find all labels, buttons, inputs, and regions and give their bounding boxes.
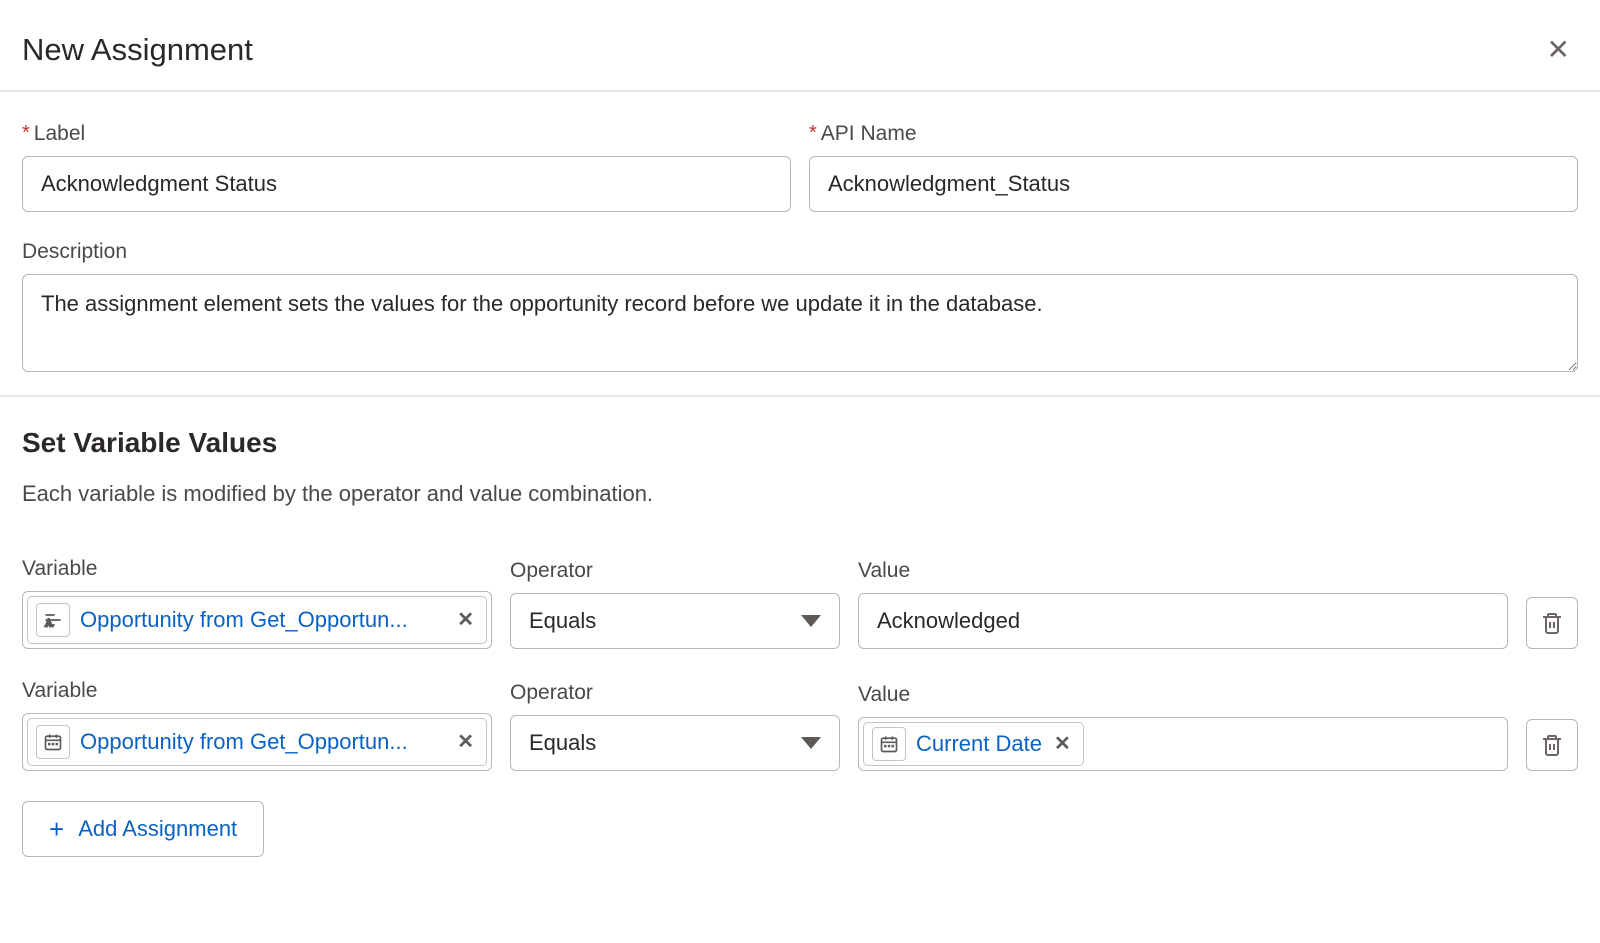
value-label: Value (858, 559, 1508, 583)
date-type-icon (872, 727, 906, 761)
delete-row-button[interactable] (1526, 597, 1578, 649)
api-name-field-wrapper: API Name (809, 122, 1578, 212)
basic-fields-section: Label API Name Description (0, 92, 1600, 397)
close-button[interactable]: ✕ (1539, 28, 1578, 72)
value-pill: Current Date ✕ (863, 722, 1084, 766)
trash-icon (1540, 611, 1564, 635)
value-pill-label: Current Date (916, 731, 1042, 757)
chevron-down-icon (801, 615, 821, 627)
value-col: Value (858, 559, 1508, 649)
variable-label: Variable (22, 679, 492, 703)
variable-col: Variable A Opportunity from Get_Opportun… (22, 557, 492, 649)
label-input[interactable] (22, 156, 791, 212)
value-input[interactable] (858, 593, 1508, 649)
remove-variable-button[interactable]: ✕ (455, 608, 476, 632)
remove-variable-button[interactable]: ✕ (455, 730, 476, 754)
api-name-field-label: API Name (809, 122, 1578, 146)
operator-label: Operator (510, 559, 840, 583)
value-label: Value (858, 683, 1508, 707)
assignment-row: Variable Opportunity from Get_Opportun..… (22, 679, 1578, 771)
variable-pill-label: Opportunity from Get_Opportun... (80, 729, 445, 755)
section-title: Set Variable Values (22, 427, 1578, 459)
operator-value: Equals (529, 608, 596, 634)
date-type-icon (36, 725, 70, 759)
operator-value: Equals (529, 730, 596, 756)
add-assignment-button[interactable]: + Add Assignment (22, 801, 264, 857)
value-col: Value Current Date ✕ (858, 683, 1508, 771)
svg-text:A: A (45, 617, 54, 630)
value-input[interactable]: Current Date ✕ (858, 717, 1508, 771)
variable-pill-label: Opportunity from Get_Opportun... (80, 607, 445, 633)
delete-row-button[interactable] (1526, 719, 1578, 771)
add-assignment-label: Add Assignment (78, 816, 237, 842)
variable-input[interactable]: Opportunity from Get_Opportun... ✕ (22, 713, 492, 771)
variable-pill: A Opportunity from Get_Opportun... ✕ (27, 596, 487, 644)
label-field-wrapper: Label (22, 122, 791, 212)
variable-pill: Opportunity from Get_Opportun... ✕ (27, 718, 487, 766)
description-field-label: Description (22, 240, 1578, 264)
section-help-text: Each variable is modified by the operato… (22, 481, 1578, 507)
close-icon: ✕ (1547, 34, 1570, 65)
remove-value-button[interactable]: ✕ (1052, 732, 1073, 756)
variable-label: Variable (22, 557, 492, 581)
operator-label: Operator (510, 681, 840, 705)
description-textarea[interactable] (22, 274, 1578, 372)
operator-col: Operator Equals (510, 559, 840, 649)
variable-col: Variable Opportunity from Get_Opportun..… (22, 679, 492, 771)
dialog-title: New Assignment (22, 32, 253, 68)
operator-col: Operator Equals (510, 681, 840, 771)
variable-input[interactable]: A Opportunity from Get_Opportun... ✕ (22, 591, 492, 649)
operator-select[interactable]: Equals (510, 593, 840, 649)
plus-icon: + (49, 816, 64, 842)
chevron-down-icon (801, 737, 821, 749)
operator-select[interactable]: Equals (510, 715, 840, 771)
text-type-icon: A (36, 603, 70, 637)
trash-icon (1540, 733, 1564, 757)
dialog-header: New Assignment ✕ (0, 0, 1600, 92)
api-name-input[interactable] (809, 156, 1578, 212)
set-variable-values-section: Set Variable Values Each variable is mod… (0, 397, 1600, 897)
assignment-row: Variable A Opportunity from Get_Opportun… (22, 557, 1578, 649)
label-field-label: Label (22, 122, 791, 146)
description-field-wrapper: Description (22, 240, 1578, 377)
